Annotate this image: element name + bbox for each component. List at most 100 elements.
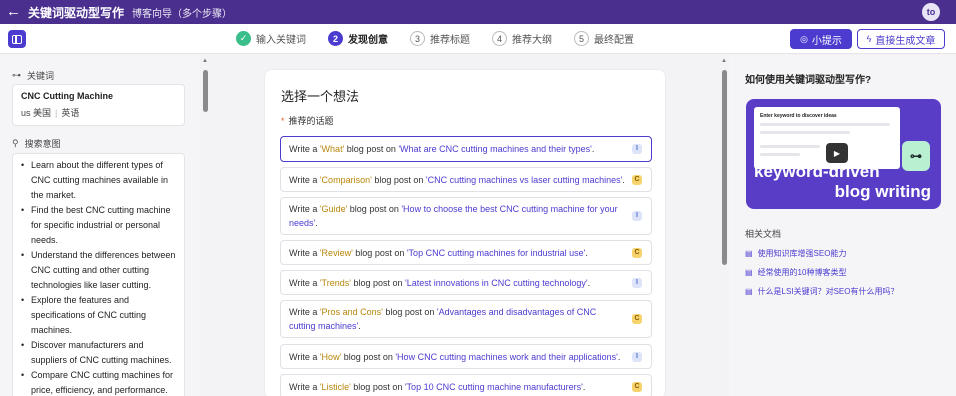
step-number: 3 [410, 31, 425, 46]
scroll-up-icon[interactable]: ▲ [202, 58, 208, 64]
intent-item: Understand the differences between CNC c… [21, 248, 178, 293]
idea-text: Write a 'Trends' blog post on 'Latest in… [289, 277, 591, 288]
intent-item: Find the best CNC cutting machine for sp… [21, 203, 178, 248]
generate-article-button[interactable]: ϟ 直接生成文章 [857, 29, 945, 49]
idea-option[interactable]: Write a 'Comparison' blog post on 'CNC c… [280, 167, 652, 192]
doc-link-text: 使用知识库增强SEO能力 [757, 249, 847, 258]
back-arrow-icon[interactable]: ← [6, 0, 24, 24]
tutorial-video[interactable]: Enter keyword to discover ideas ▶ ⊶ keyw… [746, 99, 941, 209]
keyword-meta: us 美国 | 英语 [21, 108, 80, 118]
document-icon: ▤ [745, 268, 753, 277]
intent-item: Compare CNC cutting machines for price, … [21, 368, 178, 396]
doc-link[interactable]: ▤ 使用知识库增强SEO能力 [745, 248, 846, 259]
idea-selection-card: 选择一个想法 * 推荐的话题 Write a 'What' blog post o… [264, 69, 666, 396]
app-title: 关键词驱动型写作 [28, 5, 125, 20]
scrollbar-thumb[interactable] [722, 70, 727, 265]
step-label: 推荐标题 [430, 35, 470, 46]
step-enter-keyword[interactable]: ✓ 输入关键词 [236, 31, 306, 46]
intent-section-title: 搜索意图 [24, 139, 61, 149]
video-shot-title: Enter keyword to discover ideas [760, 113, 837, 119]
center-scrollbar[interactable]: ▲ [720, 55, 729, 396]
idea-option[interactable]: Write a 'Review' blog post on 'Top CNC c… [280, 240, 652, 265]
step-final-config[interactable]: 5 最终配置 [574, 31, 634, 46]
key-icon: ⊶ [12, 70, 21, 80]
idea-text: Write a 'How' blog post on 'How CNC cutt… [289, 351, 621, 362]
intent-list: Learn about the different types of CNC c… [21, 158, 178, 396]
search-intent-card: Learn about the different types of CNC c… [12, 153, 185, 396]
keyword-value: CNC Cutting Machine [21, 91, 113, 101]
doc-link[interactable]: ▤ 什么是LSI关键词？对SEO有什么用吗？ [745, 286, 898, 297]
left-scrollbar[interactable]: ▲ [202, 55, 210, 396]
search-intent-icon: ⚲ [12, 138, 19, 148]
app-header: ← 关键词驱动型写作 博客向导（多个步骤） to [0, 0, 956, 24]
tips-button[interactable]: ◎ 小提示 [790, 29, 852, 49]
avatar[interactable]: to [922, 3, 940, 21]
generate-button-label: 直接生成文章 [875, 35, 936, 47]
scrollbar-thumb[interactable] [203, 70, 208, 112]
help-panel: 如何使用关键词驱动型写作? Enter keyword to discover … [729, 55, 956, 396]
key-icon: ⊶ [902, 141, 930, 171]
keyword-section-label: ⊶ 关键词 [12, 69, 54, 82]
app-subtitle: 博客向导（多个步骤） [132, 8, 233, 20]
idea-option[interactable]: Write a 'How' blog post on 'How CNC cutt… [280, 344, 652, 369]
recommended-topics-label: * 推荐的话题 [281, 116, 334, 126]
idea-text: Write a 'What' blog post on 'What are CN… [289, 144, 595, 154]
step-number: 4 [492, 31, 507, 46]
intent-badge: I [632, 277, 642, 288]
intent-badge: C [632, 174, 642, 185]
idea-option[interactable]: Write a 'What' blog post on 'What are CN… [280, 136, 652, 162]
lightning-icon: ϟ [866, 34, 872, 44]
intent-badge: C [632, 314, 642, 324]
idea-option[interactable]: Write a 'Guide' blog post on 'How to cho… [280, 197, 652, 235]
recommended-topics-text: 推荐的话题 [288, 116, 334, 126]
intent-badge: C [632, 247, 642, 258]
step-label: 输入关键词 [256, 35, 306, 46]
keyword-section-title: 关键词 [27, 71, 55, 81]
idea-text: Write a 'Guide' blog post on 'How to cho… [289, 204, 618, 228]
help-heading: 如何使用关键词驱动型写作? [745, 75, 872, 86]
sidebar-toggle-icon[interactable] [8, 30, 26, 48]
wizard-steps: ✓ 输入关键词 2 发现创意 3 推荐标题 4 推荐大纲 5 最终配置 [236, 31, 656, 46]
step-label: 推荐大纲 [512, 35, 552, 46]
doc-link[interactable]: ▤ 经常使用的10种博客类型 [745, 267, 846, 278]
step-label: 最终配置 [594, 35, 634, 46]
country-code: us [21, 108, 31, 118]
idea-text: Write a 'Pros and Cons' blog post on 'Ad… [289, 307, 597, 331]
idea-option[interactable]: Write a 'Listicle' blog post on 'Top 10 … [280, 374, 652, 396]
related-docs-title: 相关文档 [745, 229, 782, 239]
step-recommend-title[interactable]: 3 推荐标题 [410, 31, 470, 46]
step-label: 发现创意 [348, 35, 388, 46]
idea-option[interactable]: Write a 'Pros and Cons' blog post on 'Ad… [280, 300, 652, 338]
scroll-up-icon[interactable]: ▲ [721, 58, 727, 64]
step-recommend-outline[interactable]: 4 推荐大纲 [492, 31, 552, 46]
left-panel: ⊶ 关键词 CNC Cutting Machine us 美国 | 英语 ⚲ 搜索意… [0, 55, 200, 396]
step-discover-ideas[interactable]: 2 发现创意 [328, 31, 388, 46]
video-caption-line2: blog writing [834, 182, 931, 201]
keyword-card: CNC Cutting Machine us 美国 | 英语 [12, 84, 185, 126]
idea-text: Write a 'Listicle' blog post on 'Top 10 … [289, 381, 586, 392]
intent-badge: C [632, 381, 642, 392]
intent-badge: I [632, 144, 642, 154]
intent-section-label: ⚲ 搜索意图 [12, 137, 61, 150]
intent-badge: I [632, 351, 642, 362]
intent-item: Learn about the different types of CNC c… [21, 158, 178, 203]
idea-text: Write a 'Review' blog post on 'Top CNC c… [289, 247, 588, 258]
tips-button-label: 小提示 [811, 35, 842, 47]
wizard-toolbar: ✓ 输入关键词 2 发现创意 3 推荐标题 4 推荐大纲 5 最终配置 ◎ 小提… [0, 24, 956, 54]
video-caption-line1: keyword-driven [754, 162, 880, 181]
language-name: 英语 [61, 108, 80, 118]
document-icon: ▤ [745, 249, 753, 258]
idea-option[interactable]: Write a 'Trends' blog post on 'Latest in… [280, 270, 652, 295]
doc-link-text: 经常使用的10种博客类型 [757, 268, 847, 277]
intent-item: Discover manufacturers and suppliers of … [21, 338, 178, 368]
play-icon[interactable]: ▶ [826, 143, 848, 163]
check-icon: ✓ [236, 31, 251, 46]
step-number: 2 [328, 31, 343, 46]
idea-text: Write a 'Comparison' blog post on 'CNC c… [289, 174, 625, 185]
document-icon: ▤ [745, 287, 753, 296]
intent-badge: I [632, 211, 642, 221]
country-name: 美国 [33, 108, 52, 118]
doc-link-text: 什么是LSI关键词？对SEO有什么用吗？ [757, 287, 899, 296]
page-title: 选择一个想法 [281, 89, 360, 104]
step-number: 5 [574, 31, 589, 46]
